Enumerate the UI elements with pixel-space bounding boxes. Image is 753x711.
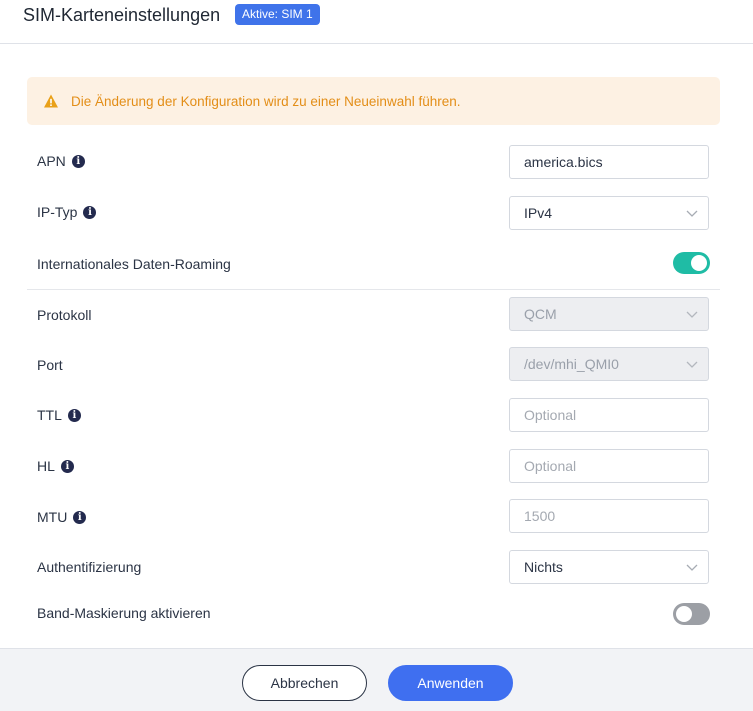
port-label: Port xyxy=(37,356,63,374)
apn-value: america.bics xyxy=(524,154,603,170)
apply-button[interactable]: Anwenden xyxy=(388,665,513,701)
roaming-label: Internationales Daten-Roaming xyxy=(37,255,231,273)
dialog-title: SIM-Karteneinstellungen xyxy=(23,5,221,25)
dialog-header: SIM-Karteneinstellungen Aktive: SIM 1 xyxy=(0,0,753,44)
apn-input[interactable]: america.bics xyxy=(509,145,709,179)
band-mask-label: Band-Maskierung aktivieren xyxy=(37,604,211,622)
chevron-down-icon xyxy=(686,361,698,368)
cancel-button[interactable]: Abbrechen xyxy=(242,665,367,701)
mtu-input[interactable]: 1500 xyxy=(509,499,709,533)
chevron-down-icon xyxy=(686,210,698,217)
ttl-label: TTL i xyxy=(37,406,81,424)
port-label-text: Port xyxy=(37,357,63,373)
hl-label: HL i xyxy=(37,457,74,475)
warning-text: Die Änderung der Konfiguration wird zu e… xyxy=(71,94,461,109)
active-sim-badge: Aktive: SIM 1 xyxy=(235,4,320,25)
info-icon[interactable]: i xyxy=(71,154,85,168)
hl-label-text: HL xyxy=(37,458,55,474)
mtu-label: MTU i xyxy=(37,508,87,526)
apn-label: APN i xyxy=(37,152,85,170)
ttl-placeholder: Optional xyxy=(524,407,577,423)
warning-icon xyxy=(44,94,58,108)
ttl-input[interactable]: Optional xyxy=(509,398,709,432)
toggle-knob xyxy=(691,255,707,271)
mtu-placeholder: 1500 xyxy=(524,508,556,524)
band-mask-label-text: Band-Maskierung aktivieren xyxy=(37,605,211,621)
toggle-knob xyxy=(676,606,692,622)
section-divider xyxy=(27,289,720,290)
protocol-label-text: Protokoll xyxy=(37,307,92,323)
roaming-toggle[interactable] xyxy=(673,252,710,274)
hl-input[interactable]: Optional xyxy=(509,449,709,483)
apn-label-text: APN xyxy=(37,153,66,169)
chevron-down-icon xyxy=(686,564,698,571)
auth-value: Nichts xyxy=(524,559,563,575)
roaming-label-text: Internationales Daten-Roaming xyxy=(37,256,231,272)
info-icon[interactable]: i xyxy=(67,408,81,422)
info-icon[interactable]: i xyxy=(60,459,74,473)
auth-label: Authentifizierung xyxy=(37,558,141,576)
ttl-label-text: TTL xyxy=(37,407,62,423)
ip-type-value: IPv4 xyxy=(524,205,553,221)
band-mask-toggle[interactable] xyxy=(673,603,710,625)
mtu-label-text: MTU xyxy=(37,509,68,525)
protocol-select: QCM xyxy=(509,297,709,331)
ip-type-label-text: IP-Typ xyxy=(37,204,78,220)
info-icon[interactable]: i xyxy=(73,510,87,524)
port-value: /dev/mhi_QMI0 xyxy=(524,356,619,372)
dialog-footer: Abbrechen Anwenden xyxy=(0,648,753,711)
port-select: /dev/mhi_QMI0 xyxy=(509,347,709,381)
auth-select[interactable]: Nichts xyxy=(509,550,709,584)
protocol-label: Protokoll xyxy=(37,306,91,324)
protocol-value: QCM xyxy=(524,306,557,322)
chevron-down-icon xyxy=(686,311,698,318)
hl-placeholder: Optional xyxy=(524,458,577,474)
auth-label-text: Authentifizierung xyxy=(37,559,142,575)
ip-type-label: IP-Typ i xyxy=(37,203,97,221)
ip-type-select[interactable]: IPv4 xyxy=(509,196,709,230)
warning-banner: Die Änderung der Konfiguration wird zu e… xyxy=(27,77,720,125)
info-icon[interactable]: i xyxy=(83,205,97,219)
